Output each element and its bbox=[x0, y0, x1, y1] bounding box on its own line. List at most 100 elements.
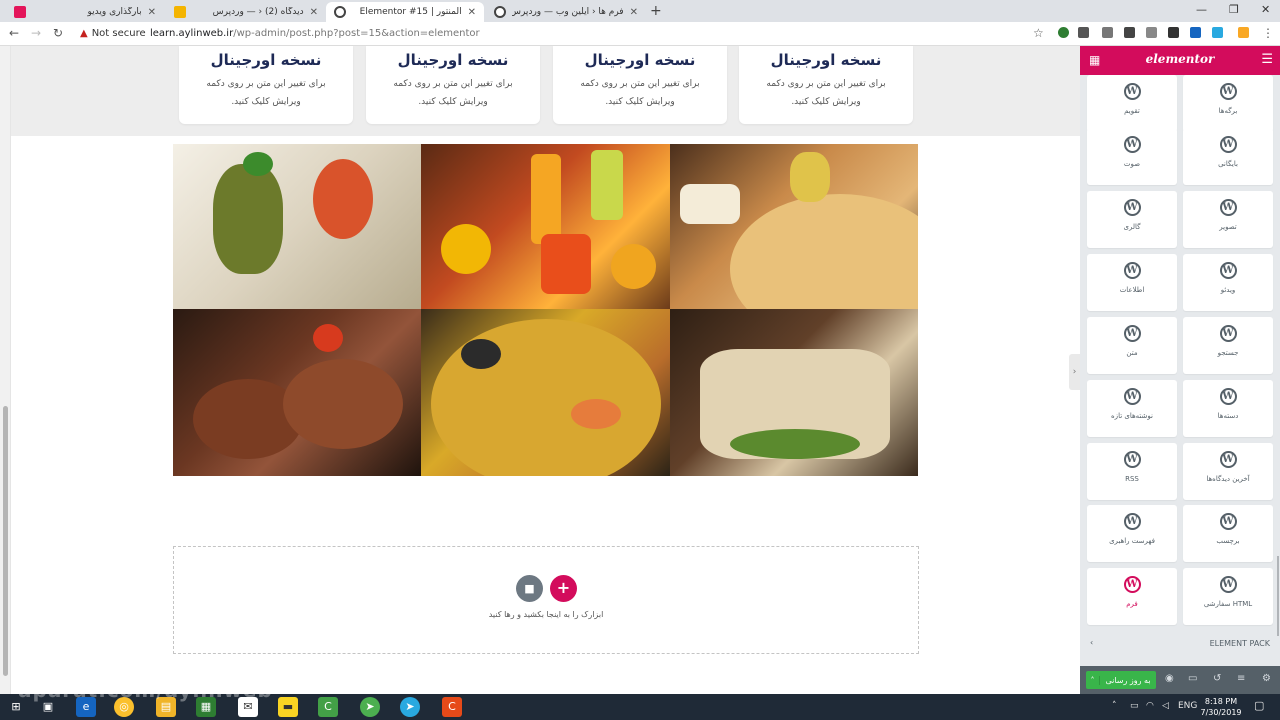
widget-label: صوت bbox=[1123, 160, 1141, 168]
widget-form[interactable]: W فرم bbox=[1087, 568, 1177, 625]
wordpress-icon: W bbox=[1123, 199, 1141, 216]
feature-card[interactable]: نسخه اورجینال برای تغییر این متن بر روی … bbox=[739, 46, 913, 124]
widget-calendar[interactable]: W تقویم bbox=[1087, 75, 1177, 132]
widget-audio[interactable]: W صوت bbox=[1087, 128, 1177, 185]
scrollbar-thumb[interactable] bbox=[3, 406, 8, 676]
extension-icon[interactable] bbox=[1190, 27, 1201, 38]
element-pack-section[interactable]: ‹ ELEMENT PACK bbox=[1080, 636, 1280, 654]
address-bar[interactable]: learn.aylinweb.ir/wp-admin/post.php?post… bbox=[150, 28, 480, 39]
navigator-icon[interactable]: ≡ bbox=[1237, 673, 1245, 684]
widget-label: جستجو bbox=[1217, 349, 1239, 357]
feature-card[interactable]: نسخه اورجینال برای تغییر این متن بر روی … bbox=[179, 46, 353, 124]
gallery-image-sandwich[interactable] bbox=[670, 309, 918, 476]
widget-video[interactable]: W ویدئو bbox=[1183, 254, 1273, 311]
extension-icon[interactable] bbox=[1212, 27, 1223, 38]
food-gallery[interactable] bbox=[173, 144, 918, 476]
wordpress-icon: W bbox=[1123, 576, 1141, 593]
clock-date: 7/30/2019 bbox=[1200, 708, 1242, 717]
widget-text[interactable]: W متن bbox=[1087, 317, 1177, 374]
settings-gear-icon[interactable]: ⚙ bbox=[1262, 673, 1271, 684]
widget-pages[interactable]: W برگه‌ها bbox=[1183, 75, 1273, 132]
minimize-icon[interactable]: — bbox=[1196, 3, 1207, 16]
widget-gallery[interactable]: W گالری bbox=[1087, 191, 1177, 248]
features-section[interactable]: نسخه اورجینال برای تغییر این متن بر روی … bbox=[11, 46, 1080, 136]
volume-icon[interactable]: ◁ bbox=[1162, 701, 1169, 711]
reload-icon[interactable]: ↻ bbox=[53, 26, 63, 40]
notification-icon[interactable]: ▢ bbox=[1254, 699, 1264, 712]
browser-tab-elementor[interactable]: المنتور | Elementor #15 ✕ bbox=[326, 2, 484, 22]
restore-icon[interactable]: ❐ bbox=[1229, 3, 1239, 16]
responsive-mode-icon[interactable]: ▭ bbox=[1188, 673, 1197, 684]
chevron-left-icon: ‹ bbox=[1090, 638, 1094, 647]
messenger-icon[interactable]: ➤ bbox=[360, 697, 380, 717]
gallery-image-fruit-juices[interactable] bbox=[421, 144, 670, 309]
widget-image[interactable]: W تصویر bbox=[1183, 191, 1273, 248]
wordpress-icon: W bbox=[1219, 136, 1237, 153]
caret-up-icon[interactable]: ˄ bbox=[1086, 675, 1100, 685]
tab-label: فرم ها ‹ آیلین وب — وردپرس bbox=[512, 7, 624, 17]
widget-tag-cloud[interactable]: W برچسب bbox=[1183, 505, 1273, 562]
camtasia-icon[interactable]: C bbox=[318, 697, 338, 717]
close-icon[interactable]: ✕ bbox=[468, 7, 476, 18]
security-indicator[interactable]: ▲ Not secure bbox=[80, 28, 146, 39]
recorder-icon[interactable]: C bbox=[442, 697, 462, 717]
extension-icon[interactable] bbox=[1168, 27, 1179, 38]
security-label: Not secure bbox=[91, 28, 146, 39]
browser-tab-comments[interactable]: دیدگاه (2) ‹ — وردپرس ✕ bbox=[166, 2, 326, 22]
close-icon[interactable]: ✕ bbox=[148, 7, 156, 18]
widget-custom-html[interactable]: W HTML سفارشی bbox=[1183, 568, 1273, 625]
sticky-notes-icon[interactable]: ▬ bbox=[278, 697, 298, 717]
browser-tab-forms[interactable]: فرم ها ‹ آیلین وب — وردپرس ✕ bbox=[486, 2, 646, 22]
extension-icon[interactable] bbox=[1102, 27, 1113, 38]
gallery-image-paella[interactable] bbox=[421, 309, 670, 476]
widget-recent-comments[interactable]: W آخرین دیدگاه‌ها bbox=[1183, 443, 1273, 500]
widget-categories[interactable]: W دسته‌ها bbox=[1183, 380, 1273, 437]
tab-label: المنتور | Elementor #15 bbox=[359, 7, 462, 17]
widget-recent-posts[interactable]: W نوشته‌های تازه bbox=[1087, 380, 1177, 437]
network-icon[interactable]: ▭ bbox=[1130, 701, 1139, 711]
extension-icon[interactable] bbox=[1058, 27, 1069, 38]
widget-rss[interactable]: W RSS bbox=[1087, 443, 1177, 500]
wordpress-icon: W bbox=[1123, 136, 1141, 153]
close-window-icon[interactable]: ✕ bbox=[1261, 3, 1270, 16]
feature-card[interactable]: نسخه اورجینال برای تغییر این متن بر روی … bbox=[553, 46, 727, 124]
telegram-icon[interactable]: ➤ bbox=[400, 697, 420, 717]
template-library-button[interactable]: ■ bbox=[516, 575, 543, 602]
close-icon[interactable]: ✕ bbox=[310, 7, 318, 18]
preview-eye-icon[interactable]: ◉ bbox=[1165, 673, 1174, 684]
card-text: برای تغییر این متن بر روی دکمه ویرایش کل… bbox=[766, 79, 886, 107]
gallery-image-pizza[interactable] bbox=[670, 144, 918, 309]
close-icon[interactable]: ✕ bbox=[630, 7, 638, 18]
extension-icon[interactable] bbox=[1124, 27, 1135, 38]
history-icon[interactable]: ↺ bbox=[1213, 673, 1221, 684]
page-scrollbar[interactable] bbox=[0, 46, 11, 694]
widget-navigation-menu[interactable]: W فهرست راهبری bbox=[1087, 505, 1177, 562]
tray-chevron-icon[interactable]: ˄ bbox=[1112, 701, 1117, 711]
back-icon[interactable]: ← bbox=[9, 26, 19, 40]
gallery-image-grilled-stack[interactable] bbox=[173, 144, 421, 309]
browser-menu-icon[interactable]: ⋮ bbox=[1262, 26, 1274, 40]
new-tab-icon[interactable]: + bbox=[650, 3, 662, 19]
section-title: ELEMENT PACK bbox=[1209, 639, 1270, 648]
forward-icon[interactable]: → bbox=[31, 26, 41, 40]
browser-tab-aparat[interactable]: بارگذاری ویدیو ✕ bbox=[6, 2, 164, 22]
system-clock[interactable]: 8:18 PM 7/30/2019 bbox=[1196, 696, 1246, 718]
add-section-button[interactable]: + bbox=[550, 575, 577, 602]
widget-search[interactable]: W جستجو bbox=[1183, 317, 1273, 374]
gallery-image-steak[interactable] bbox=[173, 309, 421, 476]
wifi-icon[interactable]: ◠ bbox=[1146, 701, 1154, 711]
panel-collapse-toggle[interactable]: › bbox=[1069, 354, 1080, 390]
widget-archives[interactable]: W بایگانی bbox=[1183, 128, 1273, 185]
extension-icon[interactable] bbox=[1146, 27, 1157, 38]
hamburger-menu-icon[interactable]: ☰ bbox=[1261, 52, 1273, 67]
language-indicator[interactable]: ENG bbox=[1178, 701, 1197, 711]
feature-card[interactable]: نسخه اورجینال برای تغییر این متن بر روی … bbox=[366, 46, 540, 124]
panel-scrollbar[interactable] bbox=[1277, 556, 1279, 636]
warning-icon: ▲ bbox=[80, 28, 88, 39]
extension-icon[interactable] bbox=[1078, 27, 1089, 38]
bookmark-star-icon[interactable]: ☆ bbox=[1033, 26, 1044, 40]
extension-icon[interactable] bbox=[1238, 27, 1249, 38]
update-button[interactable]: ˄ به روز رسانی bbox=[1086, 671, 1156, 689]
widget-meta[interactable]: W اطلاعات bbox=[1087, 254, 1177, 311]
add-section-dropzone[interactable]: ■ + ابزارک را به اینجا بکشید و رها کنید bbox=[173, 546, 919, 654]
